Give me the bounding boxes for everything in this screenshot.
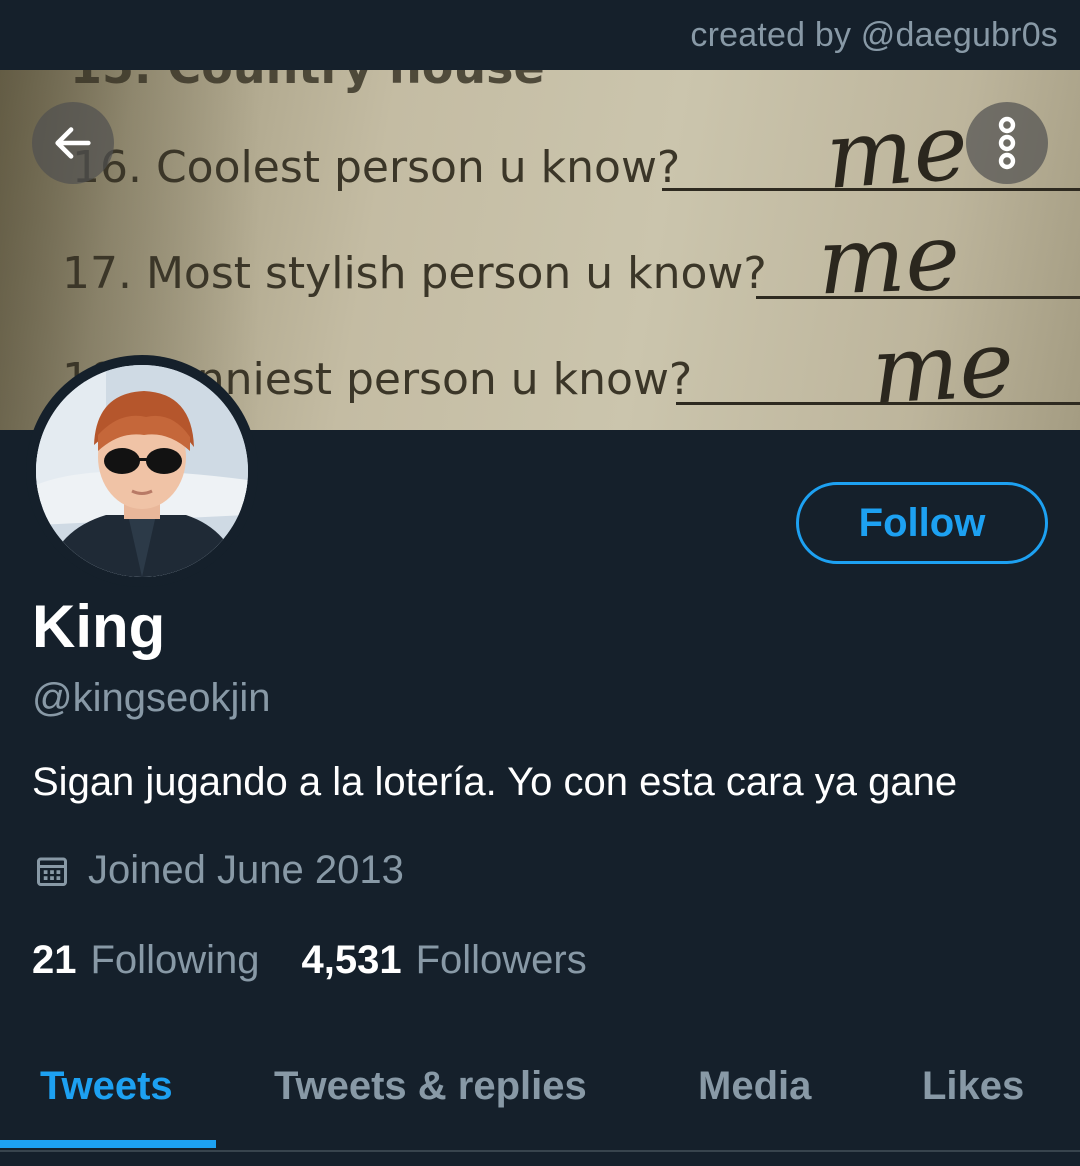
tab-tweets-and-replies[interactable]: Tweets & replies — [274, 1064, 587, 1109]
calendar-icon — [34, 853, 70, 889]
user-handle: @kingseokjin — [32, 676, 271, 720]
handwritten-answer: me — [816, 203, 962, 316]
profile-bio: Sigan jugando a la lotería. Yo con esta … — [32, 760, 958, 804]
joined-label: Joined June 2013 — [88, 848, 404, 892]
followers-label: Followers — [415, 938, 587, 982]
followers-link[interactable]: 4,531 Followers — [301, 938, 586, 983]
follow-button[interactable]: Follow — [796, 482, 1048, 564]
tab-tweets[interactable]: Tweets — [40, 1064, 173, 1109]
arrow-left-icon — [50, 120, 96, 166]
more-vertical-icon — [987, 115, 1027, 171]
following-label: Following — [90, 938, 260, 982]
following-link[interactable]: 21 Following — [32, 938, 259, 983]
handwritten-answer: me — [869, 310, 1017, 425]
handwritten-answer: me — [822, 93, 972, 210]
active-tab-indicator — [0, 1140, 216, 1148]
following-count: 21 — [32, 938, 77, 982]
more-options-button[interactable] — [966, 102, 1048, 184]
avatar[interactable] — [26, 355, 258, 587]
banner-question-17: 17. Most stylish person u know? — [62, 248, 767, 299]
avatar-photo — [36, 365, 248, 577]
banner-question-15: 15. Country house — [70, 70, 545, 94]
top-bar: created by @daegubr0s — [0, 0, 1080, 70]
followers-count: 4,531 — [301, 938, 402, 982]
display-name: King — [32, 593, 166, 660]
tab-likes[interactable]: Likes — [922, 1064, 1024, 1109]
follow-stats: 21 Following 4,531 Followers — [32, 938, 629, 983]
joined-date: Joined June 2013 — [34, 848, 404, 893]
watermark-credit: created by @daegubr0s — [690, 16, 1058, 54]
tab-media[interactable]: Media — [698, 1064, 811, 1109]
profile-tabs: Tweets Tweets & replies Media Likes — [0, 1040, 1080, 1152]
banner-question-16: 16. Coolest person u know? — [72, 142, 681, 193]
back-button[interactable] — [32, 102, 114, 184]
